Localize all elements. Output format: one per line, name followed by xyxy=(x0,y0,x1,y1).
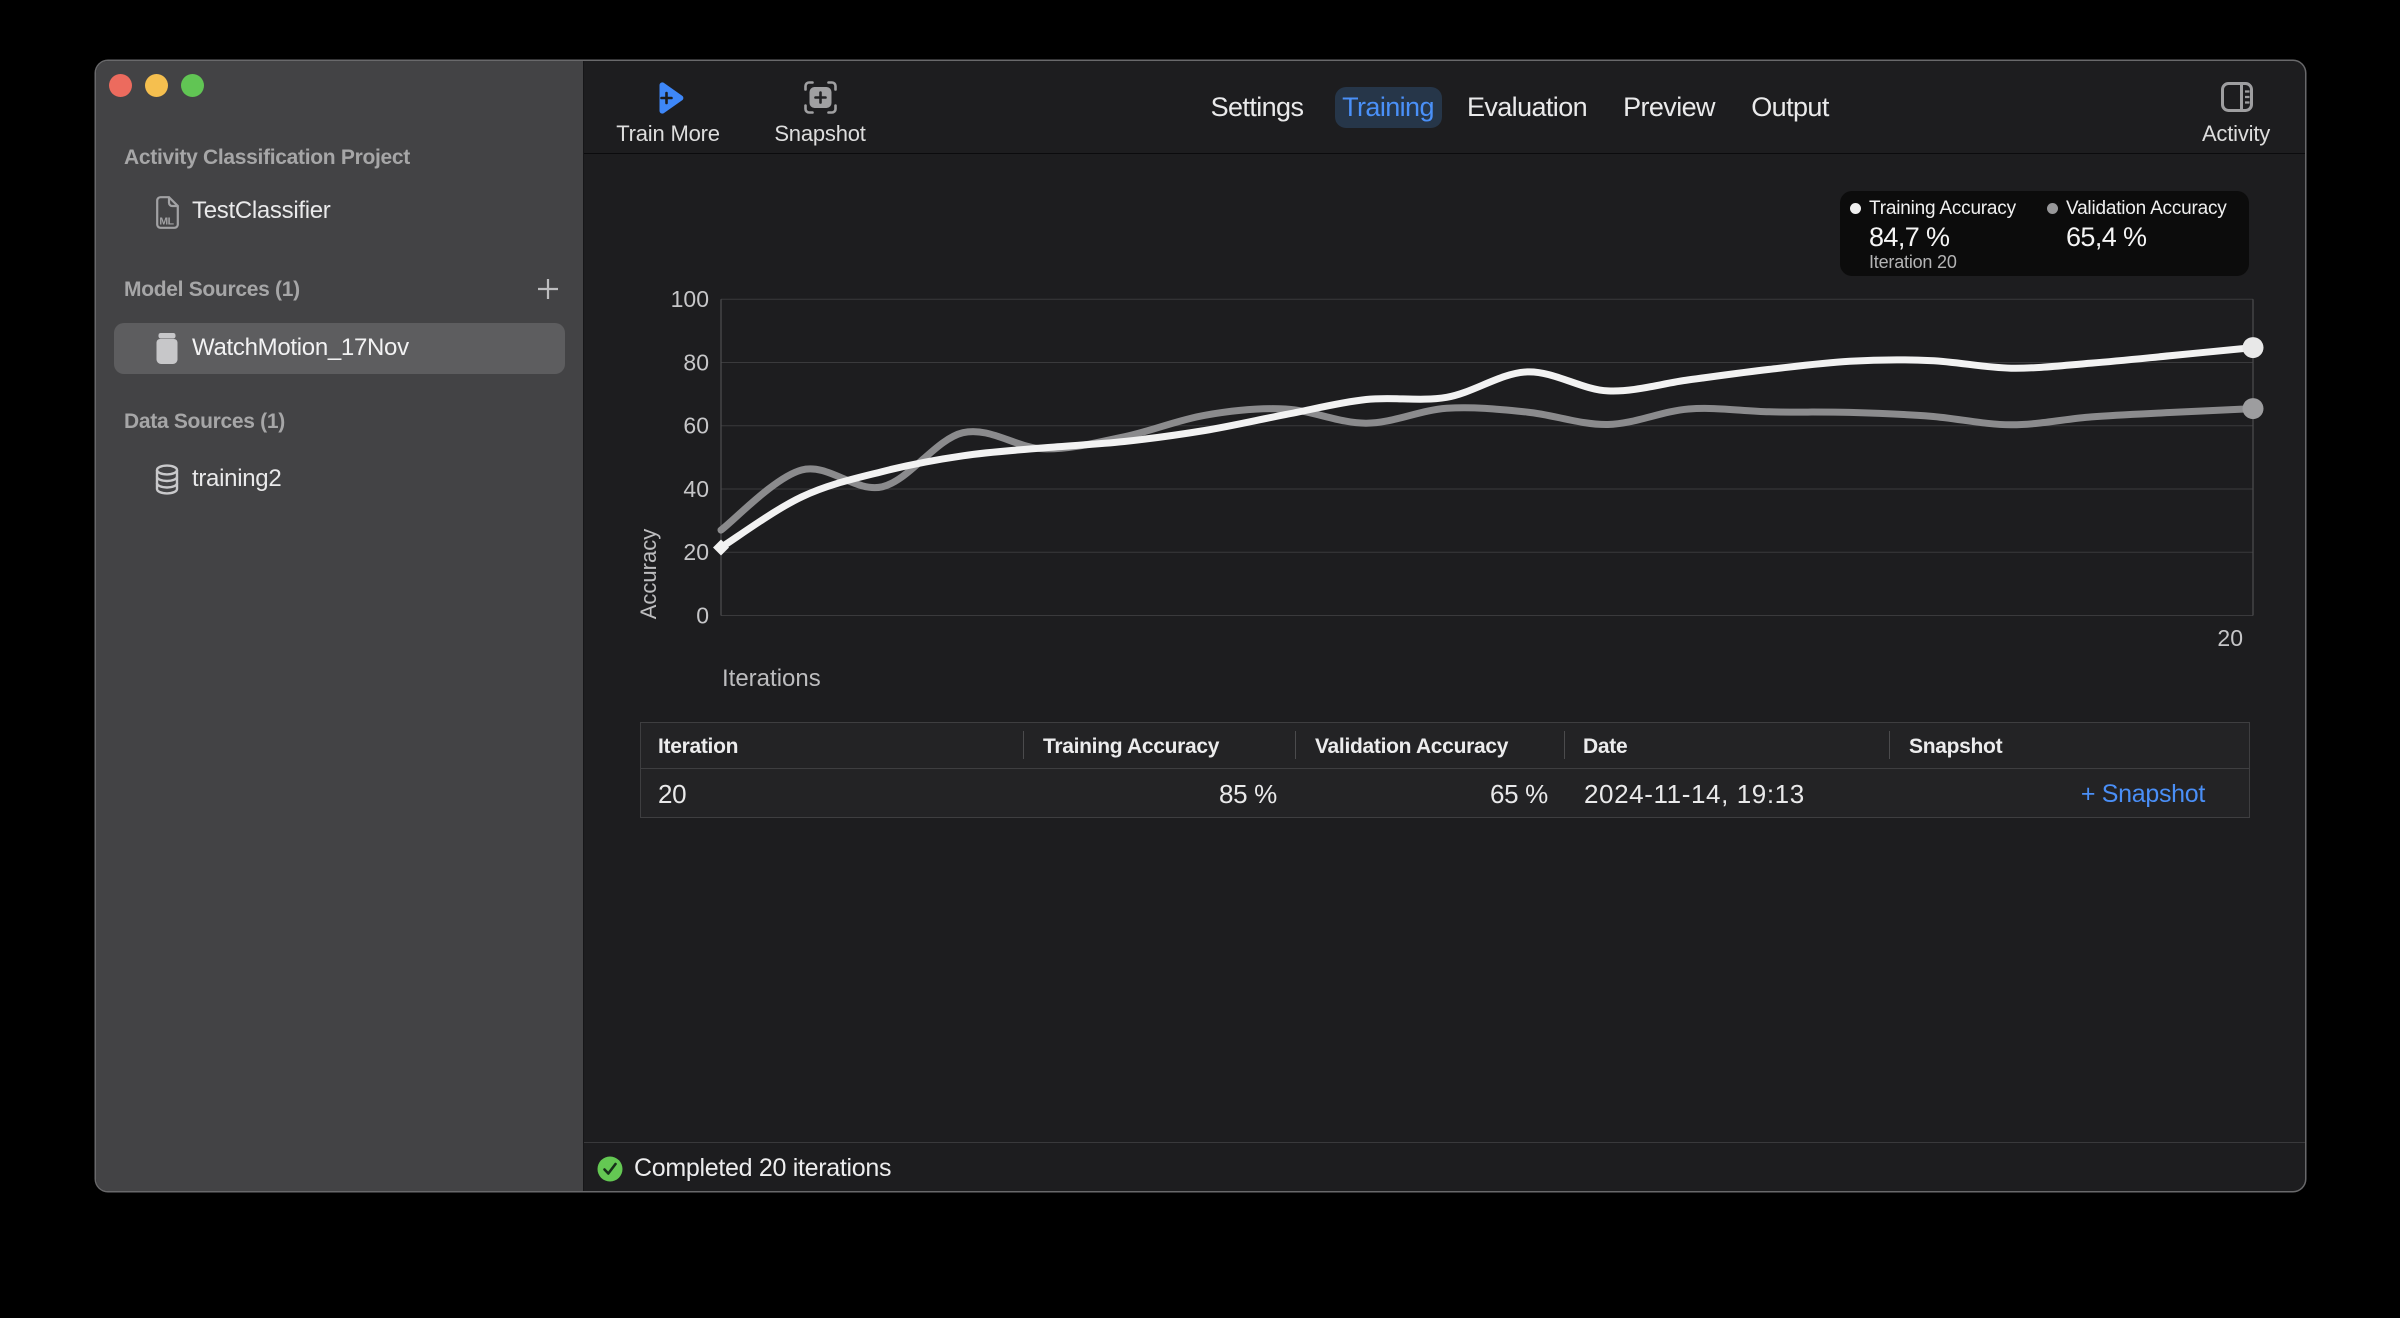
svg-text:Iterations: Iterations xyxy=(722,665,821,692)
svg-text:20: 20 xyxy=(683,539,709,565)
svg-text:80: 80 xyxy=(683,350,709,376)
svg-text:40: 40 xyxy=(683,476,709,502)
svg-text:100: 100 xyxy=(671,286,709,312)
svg-text:0: 0 xyxy=(696,603,709,629)
svg-text:ML: ML xyxy=(159,216,174,228)
svg-text:20: 20 xyxy=(2217,625,2243,651)
svg-text:60: 60 xyxy=(683,413,709,439)
svg-text:Accuracy: Accuracy xyxy=(636,529,661,619)
